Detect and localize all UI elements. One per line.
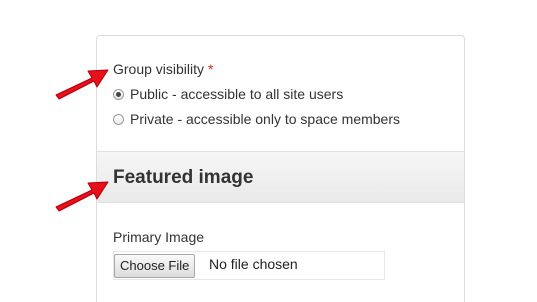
- required-asterisk: *: [208, 61, 214, 77]
- group-settings-panel: Group visibility * Public - accessible to…: [96, 35, 465, 302]
- red-pointer-arrow-icon: [55, 181, 109, 212]
- visibility-option-public-label[interactable]: Public - accessible to all site users: [130, 86, 343, 102]
- radio-button-public[interactable]: [113, 88, 124, 100]
- radio-button-private[interactable]: [113, 113, 124, 125]
- primary-image-file-input[interactable]: Choose File No file chosen: [113, 251, 385, 280]
- featured-image-title: Featured image: [113, 167, 254, 188]
- visibility-option-private-label[interactable]: Private - accessible only to space membe…: [130, 111, 400, 127]
- visibility-option-public[interactable]: Public - accessible to all site users: [113, 86, 343, 102]
- featured-image-section-header: Featured image: [97, 151, 464, 203]
- group-visibility-label: Group visibility *: [113, 61, 213, 77]
- visibility-option-private[interactable]: Private - accessible only to space membe…: [113, 111, 400, 127]
- group-visibility-label-text: Group visibility: [113, 61, 205, 77]
- file-status-text: No file chosen: [209, 256, 298, 272]
- choose-file-button[interactable]: Choose File: [114, 254, 196, 278]
- screenshot-stage: Group visibility * Public - accessible to…: [0, 0, 537, 302]
- primary-image-label: Primary Image: [113, 229, 205, 245]
- red-pointer-arrow-icon: [55, 69, 109, 100]
